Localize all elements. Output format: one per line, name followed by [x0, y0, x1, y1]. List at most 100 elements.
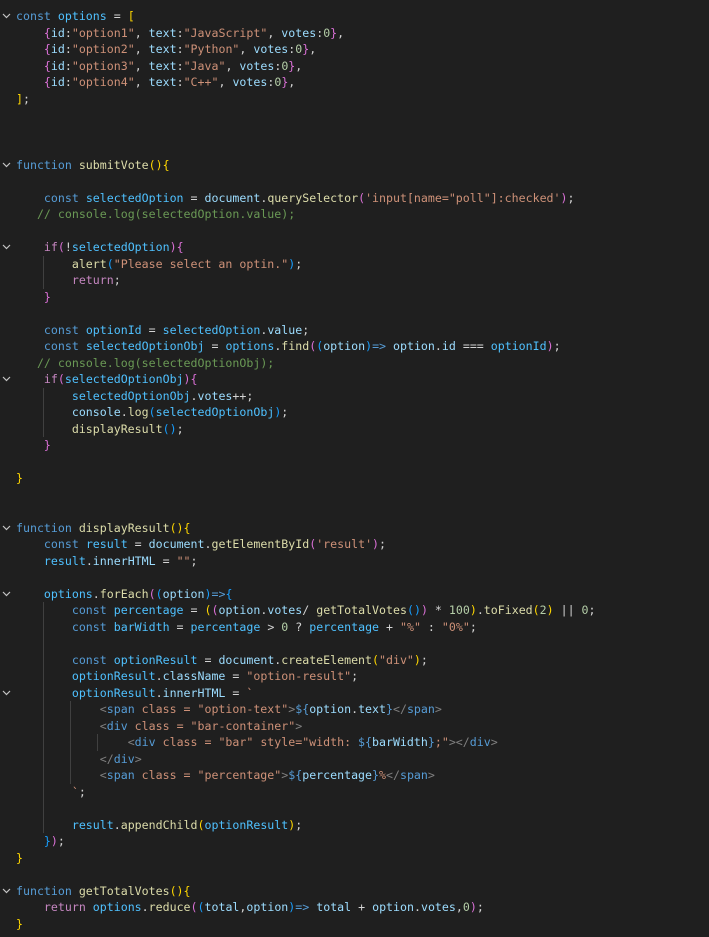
code-token: )	[183, 372, 191, 386]
code-line[interactable]	[0, 800, 709, 817]
code-line[interactable]	[0, 124, 709, 141]
code-line[interactable]: {id:"option3", text:"Java", votes:0},	[0, 58, 709, 75]
code-line[interactable]	[0, 454, 709, 471]
code-line[interactable]	[0, 305, 709, 322]
code-line[interactable]: }	[0, 437, 709, 454]
code-line[interactable]: <span class = "option-text">${option.tex…	[0, 701, 709, 718]
code-token: <	[99, 768, 107, 782]
code-line[interactable]: options.forEach((option)=>{	[0, 586, 709, 603]
code-token: =	[225, 685, 247, 700]
code-line[interactable]: selectedOptionObj.votes++;	[0, 387, 709, 404]
chevron-down-icon[interactable]	[1, 8, 11, 25]
code-line[interactable]	[0, 173, 709, 190]
code-line[interactable]: if(!selectedOption){	[0, 239, 709, 256]
code-token: =	[169, 619, 191, 634]
code-line[interactable]: `;	[0, 783, 709, 800]
code-token: "Please select an optin."	[113, 256, 289, 271]
code-line[interactable]: const result = document.getElementById('…	[0, 536, 709, 553]
code-line[interactable]	[0, 107, 709, 124]
code-line[interactable]: <div class = "bar" style="width: ${barWi…	[0, 734, 709, 751]
code-token: }	[16, 471, 23, 485]
code-token: percentage	[302, 768, 373, 782]
code-token: </	[99, 751, 114, 766]
chevron-down-icon[interactable]	[1, 586, 11, 603]
code-token: :	[176, 58, 184, 73]
code-token: {	[162, 157, 170, 172]
code-line[interactable]: const barWidth = percentage > 0 ? percen…	[0, 618, 709, 635]
code-token: .	[155, 669, 163, 683]
code-line[interactable]	[0, 569, 709, 586]
chevron-down-icon[interactable]	[1, 239, 11, 256]
code-token: return	[71, 273, 114, 287]
code-line[interactable]: }	[0, 916, 709, 933]
code-line[interactable]: }	[0, 850, 709, 867]
code-line[interactable]: optionResult.className = "option-result"…	[0, 668, 709, 685]
chevron-down-icon[interactable]	[1, 520, 11, 537]
code-line[interactable]: if(selectedOptionObj){	[0, 371, 709, 388]
chevron-down-icon[interactable]	[1, 371, 11, 388]
code-line[interactable]: function submitVote(){	[0, 157, 709, 174]
code-token: .	[413, 900, 421, 914]
code-line[interactable]: result.innerHTML = "";	[0, 553, 709, 570]
code-token: div	[134, 735, 156, 749]
code-line[interactable]: const optionResult = document.createElem…	[0, 651, 709, 668]
code-line[interactable]: return;	[0, 272, 709, 289]
code-token: =>	[211, 586, 226, 601]
code-line[interactable]: ];	[0, 91, 709, 108]
code-line[interactable]: const selectedOption = document.querySel…	[0, 190, 709, 207]
code-line[interactable]	[0, 140, 709, 157]
code-token: =	[127, 537, 149, 551]
code-token: function	[16, 520, 72, 535]
code-line[interactable]: console.log(selectedOptionObj);	[0, 404, 709, 421]
code-line[interactable]	[0, 487, 709, 504]
code-line[interactable]: {id:"option2", text:"Python", votes:0},	[0, 41, 709, 58]
code-text: // console.log(selectedOption.value);	[16, 206, 295, 223]
code-token: {	[176, 240, 184, 254]
code-token: ?	[288, 619, 310, 634]
code-line[interactable]: const selectedOptionObj = options.find((…	[0, 338, 709, 355]
code-token: {	[225, 586, 233, 601]
code-line[interactable]	[0, 223, 709, 240]
code-line[interactable]: <span class = "percentage">${percentage}…	[0, 767, 709, 784]
code-line[interactable]: }	[0, 289, 709, 306]
code-line[interactable]: }	[0, 470, 709, 487]
code-line[interactable]: optionResult.innerHTML = `	[0, 684, 709, 702]
code-line[interactable]: {id:"option4", text:"C++", votes:0},	[0, 74, 709, 91]
code-line[interactable]: result.appendChild(optionResult);	[0, 816, 709, 833]
code-token: }	[372, 768, 380, 782]
code-token: :	[420, 619, 442, 634]
code-line[interactable]: function displayResult(){	[0, 520, 709, 537]
code-token: displayResult	[78, 520, 170, 535]
code-token: 'result'	[316, 537, 373, 551]
chevron-down-icon[interactable]	[1, 883, 11, 900]
code-line[interactable]: </div>	[0, 750, 709, 767]
code-token: class = "bar" style="width:	[155, 735, 359, 749]
code-line[interactable]	[0, 635, 709, 652]
chevron-down-icon[interactable]	[1, 685, 11, 702]
code-line[interactable]: <div class = "bar-container">	[0, 717, 709, 734]
code-text: }	[16, 916, 23, 933]
chevron-down-icon[interactable]	[1, 157, 11, 174]
code-editor[interactable]: const options = [ {id:"option1", text:"J…	[0, 8, 709, 932]
code-line[interactable]: // console.log(selectedOptionObj);	[0, 355, 709, 372]
code-line[interactable]: const optionId = selectedOption.value;	[0, 322, 709, 339]
code-token: optionResult	[204, 817, 289, 832]
code-line[interactable]: function getTotalVotes(){	[0, 883, 709, 900]
code-line[interactable]: const options = [	[0, 8, 709, 25]
code-line[interactable]: displayResult();	[0, 420, 709, 437]
code-token: 0	[581, 603, 589, 617]
code-token: (	[155, 586, 163, 601]
code-line[interactable]: return options.reduce((total,option)=> t…	[0, 899, 709, 916]
code-line[interactable]	[0, 866, 709, 883]
code-line[interactable]: });	[0, 833, 709, 850]
code-line[interactable]: alert("Please select an optin.");	[0, 255, 709, 272]
code-line[interactable]: const percentage = ((option.votes/ getTo…	[0, 602, 709, 619]
code-line[interactable]: {id:"option1", text:"JavaScript", votes:…	[0, 25, 709, 42]
code-line[interactable]: // console.log(selectedOption.value);	[0, 206, 709, 223]
code-token: reduce	[148, 900, 191, 914]
code-line[interactable]	[0, 503, 709, 520]
code-token: =	[225, 669, 247, 683]
